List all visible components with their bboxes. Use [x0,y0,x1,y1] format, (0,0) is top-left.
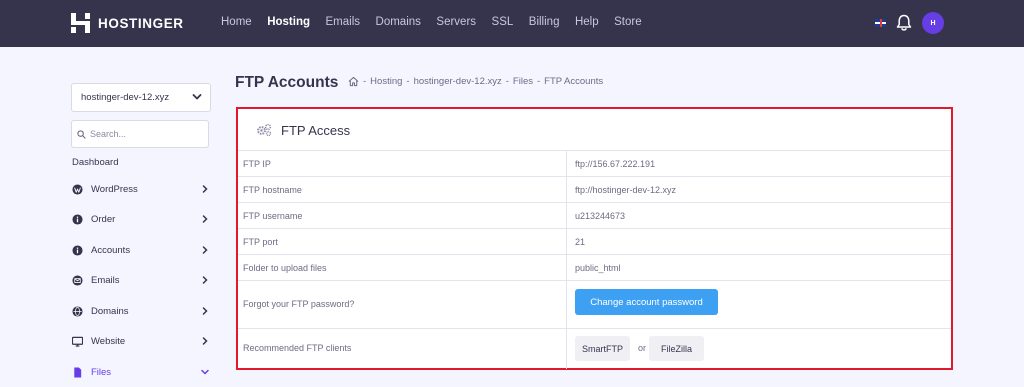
user-avatar[interactable]: H [922,12,944,34]
sidebar-item-dashboard[interactable]: Dashboard [72,157,118,168]
sidebar-item-label: Domains [91,306,129,317]
main-nav: Home Hosting Emails Domains Servers SSL … [221,16,657,28]
ftp-password-row: Forgot your FTP password? Change account… [238,281,951,329]
ftp-username-value[interactable]: u213244673 [575,211,625,221]
column-divider [566,203,567,228]
column-divider [566,229,567,254]
hostinger-logo-icon [71,13,90,33]
hostinger-logo[interactable]: HOSTINGER [71,13,184,33]
column-divider [566,151,567,176]
chevron-down-icon [201,369,209,375]
row-label: FTP port [243,237,278,247]
row-label: Folder to upload files [243,263,327,273]
sidebar-item-label: Emails [91,275,120,286]
chevron-right-icon [202,276,208,284]
column-divider [566,177,567,202]
uk-flag-icon[interactable] [875,19,886,27]
breadcrumb-separator: - [536,76,541,87]
sidebar-item-order[interactable]: Order [72,213,210,229]
row-label: Recommended FTP clients [243,343,352,353]
sidebar-item-label: Website [91,336,126,347]
sidebar-item-domains[interactable]: Domains [72,305,210,321]
nav-help[interactable]: Help [575,16,599,28]
breadcrumb-hosting[interactable]: Hosting [370,76,402,87]
nav-servers[interactable]: Servers [436,16,476,28]
ftp-ip-value[interactable]: ftp://156.67.222.191 [575,159,655,169]
breadcrumb-current: FTP Accounts [544,76,604,87]
info-icon [72,214,83,225]
ftp-port-row: FTP port 21 [238,229,951,255]
column-divider [566,329,567,369]
sidebar-item-label: WordPress [91,184,138,195]
row-label: FTP IP [243,159,271,169]
row-label: FTP hostname [243,185,302,195]
chevron-down-icon [192,94,202,100]
chevron-right-icon [202,215,208,223]
bell-icon[interactable] [896,14,912,32]
ftp-hostname-value[interactable]: ftp://hostinger-dev-12.xyz [575,185,676,195]
nav-ssl[interactable]: SSL [492,16,514,28]
gears-icon [257,123,272,137]
sidebar-item-label: Files [91,367,112,378]
breadcrumb: - Hosting - hostinger-dev-12.xyz - Files… [348,76,607,87]
top-right-actions: H [875,12,944,34]
search-placeholder: Search... [90,129,127,139]
ftp-clients-row: Recommended FTP clients SmartFTP or File… [238,329,951,369]
upload-folder-row: Folder to upload files public_html [238,255,951,281]
breadcrumb-domain[interactable]: hostinger-dev-12.xyz [414,76,502,87]
upload-folder-value[interactable]: public_html [575,263,621,273]
domain-selector-value: hostinger-dev-12.xyz [81,92,170,103]
or-text: or [638,343,647,353]
nav-emails[interactable]: Emails [326,16,361,28]
top-navigation-bar: HOSTINGER Home Hosting Emails Domains Se… [0,0,1024,47]
chevron-right-icon [202,307,208,315]
ftp-username-row: FTP username u213244673 [238,203,951,229]
nav-domains[interactable]: Domains [376,16,421,28]
breadcrumb-separator: - [505,76,509,87]
sidebar-search-input[interactable]: Search... [71,120,209,148]
chevron-right-icon [202,185,208,193]
nav-store[interactable]: Store [614,16,642,28]
row-label: FTP username [243,211,303,221]
home-icon[interactable] [348,76,359,87]
column-divider [566,255,567,280]
sidebar-item-emails[interactable]: Emails [72,274,210,290]
breadcrumb-separator: - [363,76,367,87]
column-divider [566,281,567,328]
row-label: Forgot your FTP password? [243,299,355,309]
wordpress-icon [72,184,83,195]
sidebar-item-label: Accounts [91,245,131,256]
domain-selector[interactable]: hostinger-dev-12.xyz [71,83,211,112]
sidebar-item-label: Order [91,214,116,225]
file-icon [74,367,82,378]
change-account-password-button[interactable]: Change account password [575,289,718,315]
page-title: FTP Accounts [235,74,339,91]
smartftp-button[interactable]: SmartFTP [575,336,630,361]
chevron-right-icon [202,337,208,345]
nav-home[interactable]: Home [221,16,252,28]
brand-name: HOSTINGER [98,15,184,31]
info-icon [72,245,83,256]
ftp-ip-row: FTP IP ftp://156.67.222.191 [238,151,951,177]
nav-billing[interactable]: Billing [529,16,560,28]
panel-header: FTP Access [238,109,951,151]
sidebar-item-accounts[interactable]: Accounts [72,244,210,260]
filezilla-button[interactable]: FileZilla [649,336,704,361]
search-icon [77,130,86,139]
breadcrumb-separator: - [406,76,410,87]
breadcrumb-files[interactable]: Files [513,76,533,87]
nav-hosting[interactable]: Hosting [267,16,310,28]
ftp-access-panel: FTP Access FTP IP ftp://156.67.222.191 F… [236,107,953,370]
panel-title: FTP Access [281,123,351,138]
monitor-icon [72,336,83,347]
sidebar-item-files[interactable]: Files [72,366,210,382]
sidebar-item-wordpress[interactable]: WordPress [72,183,210,199]
sidebar-item-website[interactable]: Website [72,335,210,351]
avatar-initial: H [930,19,936,27]
chevron-right-icon [202,246,208,254]
ftp-hostname-row: FTP hostname ftp://hostinger-dev-12.xyz [238,177,951,203]
ftp-port-value[interactable]: 21 [575,237,585,247]
email-icon [72,275,83,286]
globe-icon [72,306,83,317]
